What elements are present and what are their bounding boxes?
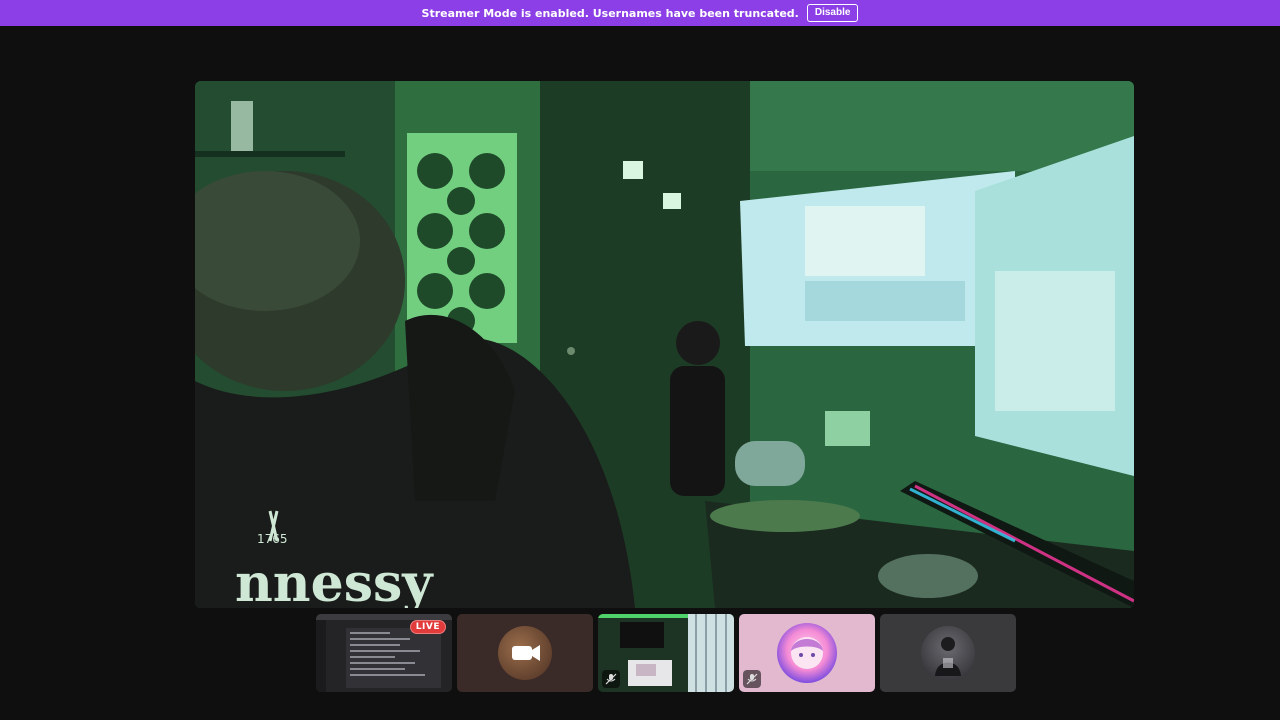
tile-camera-off[interactable] [457, 614, 593, 692]
main-video-stage[interactable]: nnessy 1765 [195, 81, 1134, 608]
muted-mic-icon [743, 670, 761, 688]
shirt-text: nnessy [235, 553, 434, 608]
disable-streamer-mode-button[interactable]: Disable [806, 4, 859, 22]
streamer-mode-banner: Streamer Mode is enabled. Usernames have… [0, 0, 1280, 26]
tile-avatar-grey[interactable] [880, 614, 1016, 692]
tile-avatar-pink[interactable] [739, 614, 875, 692]
main-video-feed: nnessy 1765 [195, 81, 1134, 608]
user-avatar [921, 626, 975, 680]
user-avatar [498, 626, 552, 680]
streamer-mode-message: Streamer Mode is enabled. Usernames have… [421, 6, 799, 20]
user-avatar [777, 623, 837, 683]
tile-screen-share[interactable]: LIVE [316, 614, 452, 692]
muted-mic-icon [602, 670, 620, 688]
video-camera-icon [512, 645, 540, 661]
live-badge: LIVE [409, 620, 446, 634]
participant-tiles: LIVE [316, 614, 1016, 692]
tile-room-camera[interactable] [598, 614, 734, 692]
